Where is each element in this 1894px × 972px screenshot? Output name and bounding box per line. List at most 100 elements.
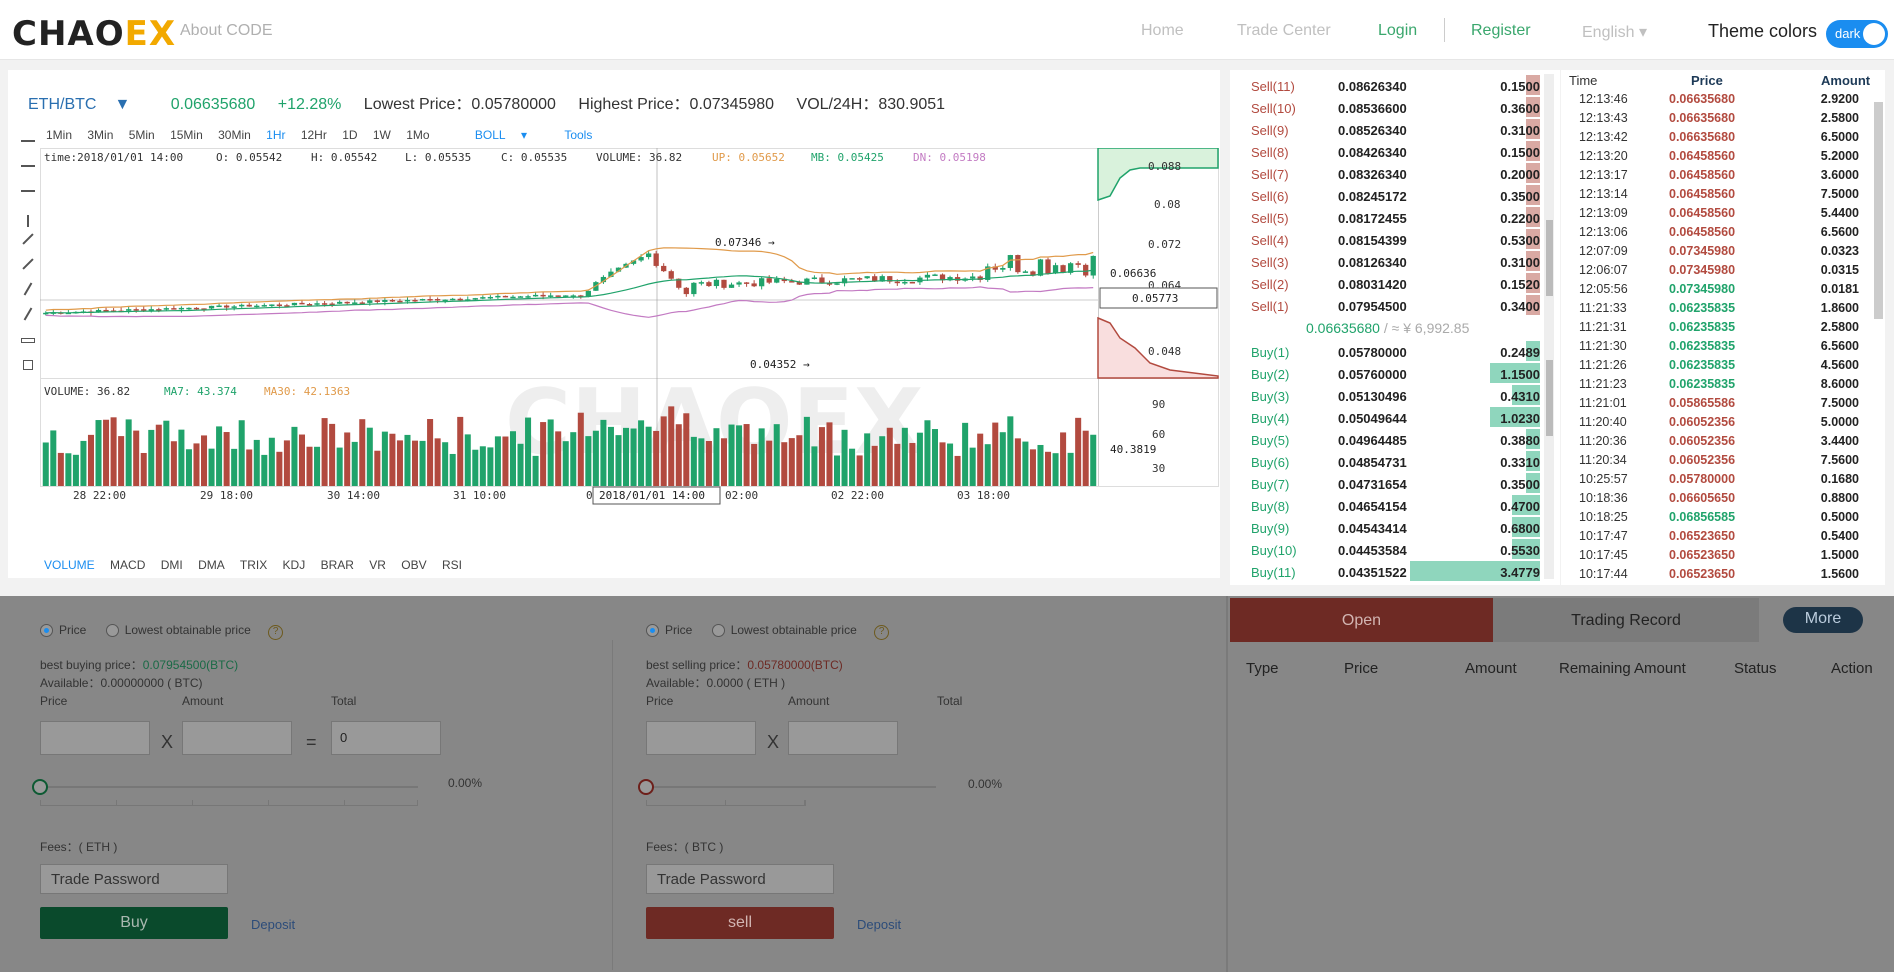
orderbook-buy-row[interactable]: Buy(8) 0.04654154 0.4700	[1240, 494, 1540, 516]
parallel-line-tool-icon[interactable]	[22, 258, 34, 270]
buy-deposit-link[interactable]: Deposit	[251, 917, 295, 932]
orderbook-sell-row[interactable]: Sell(2) 0.08031420 0.1520	[1240, 272, 1540, 294]
orderbook-sell-row[interactable]: Sell(8) 0.08426340 0.1500	[1240, 140, 1540, 162]
orderbook-sell-row[interactable]: Sell(4) 0.08154399 0.5300	[1240, 228, 1540, 250]
pair-select[interactable]: ETH/BTC ▼	[28, 96, 148, 113]
orderbook-sell-row[interactable]: Sell(3) 0.08126340 0.3100	[1240, 250, 1540, 272]
orderbook-buy-row[interactable]: Buy(2) 0.05760000 1.1500	[1240, 362, 1540, 384]
orderbook-buy-row[interactable]: Buy(5) 0.04964485 0.3880	[1240, 428, 1540, 450]
volume-24h: VOL/24H：830.9051	[796, 96, 946, 113]
help-icon[interactable]: ?	[268, 625, 284, 640]
indicator-dmi[interactable]: DMI	[161, 558, 183, 572]
fib-tool-icon[interactable]	[23, 307, 33, 321]
orderbook-scrollbar[interactable]	[1544, 74, 1554, 579]
tf-5min[interactable]: 5Min	[129, 128, 155, 142]
radio-limit-price[interactable]	[40, 624, 53, 638]
sell-button[interactable]: sell	[646, 907, 834, 939]
indicator-obv[interactable]: OBV	[401, 558, 426, 572]
more-button[interactable]: More	[1783, 607, 1863, 633]
best-sell-price: best selling price：0.05780000(BTC)	[646, 658, 843, 672]
trash-icon[interactable]	[23, 360, 33, 370]
tools-button[interactable]: Tools	[564, 128, 592, 142]
buy-slider-handle[interactable]	[32, 779, 48, 795]
nav-home[interactable]: Home	[1141, 22, 1184, 40]
help-icon[interactable]: ?	[874, 625, 890, 640]
buy-slider-track[interactable]	[40, 786, 418, 788]
nav-trade-center[interactable]: Trade Center	[1237, 22, 1331, 40]
trade-price: 0.06052356	[1669, 434, 1736, 448]
orderbook-buy-row[interactable]: Buy(10) 0.04453584 0.5530	[1240, 538, 1540, 560]
sell-slider-track[interactable]	[646, 786, 936, 788]
orderbook-sell-row[interactable]: Sell(6) 0.08245172 0.3500	[1240, 184, 1540, 206]
tf-1w[interactable]: 1W	[373, 128, 391, 142]
orderbook-scroll-thumb[interactable]	[1546, 360, 1553, 436]
about-link[interactable]: About CODE	[180, 22, 272, 40]
tf-1hr[interactable]: 1Hr	[266, 128, 285, 142]
trend-line-tool-icon[interactable]	[22, 233, 34, 245]
tf-3min[interactable]: 3Min	[87, 128, 113, 142]
buy-total-input[interactable]: 0	[331, 721, 441, 755]
nav-register[interactable]: Register	[1471, 22, 1531, 40]
ray-tool-icon[interactable]	[21, 165, 35, 167]
indicator-kdj[interactable]: KDJ	[283, 558, 306, 572]
indicator-brar[interactable]: BRAR	[321, 558, 354, 572]
toggle-knob	[1863, 23, 1885, 45]
logo[interactable]: CHAOEX	[12, 14, 176, 54]
buy-button[interactable]: Buy	[40, 907, 228, 939]
indicator-volume[interactable]: VOLUME	[44, 558, 95, 572]
orderbook-buy-row[interactable]: Buy(7) 0.04731654 0.3500	[1240, 472, 1540, 494]
row-label: Sell(7)	[1251, 167, 1289, 182]
indicator-trix[interactable]: TRIX	[240, 558, 267, 572]
orderbook-buy-row[interactable]: Buy(1) 0.05780000 0.2489	[1240, 340, 1540, 362]
tab-trading-record[interactable]: Trading Record	[1493, 598, 1759, 642]
orderbook-sell-row[interactable]: Sell(7) 0.08326340 0.2000	[1240, 162, 1540, 184]
trade-price: 0.06235835	[1669, 339, 1736, 353]
radio-market-price[interactable]	[105, 624, 119, 638]
orderbook-sell-row[interactable]: Sell(10) 0.08536600 0.3600	[1240, 96, 1540, 118]
buy-trade-password-input[interactable]: Trade Password	[40, 864, 228, 894]
buy-amount-input[interactable]	[182, 721, 292, 755]
tf-1d[interactable]: 1D	[342, 128, 357, 142]
sell-deposit-link[interactable]: Deposit	[857, 917, 901, 932]
ruler-tool-icon[interactable]	[21, 338, 35, 343]
trades-scroll-thumb[interactable]	[1874, 102, 1883, 319]
tf-15min[interactable]: 15Min	[170, 128, 203, 142]
arrow-tool-icon[interactable]	[23, 282, 33, 296]
trade-amount: 3.4400	[1820, 434, 1859, 448]
orderbook-buy-row[interactable]: Buy(3) 0.05130496 0.4310	[1240, 384, 1540, 406]
tf-30min[interactable]: 30Min	[218, 128, 251, 142]
kline-chart[interactable]: CHAOEX time:2018/01/01 14:00 O: 0.05542 …	[40, 148, 1220, 558]
nav-login[interactable]: Login	[1378, 22, 1417, 40]
orderbook-sell-row[interactable]: Sell(11) 0.08626340 0.1500	[1240, 74, 1540, 96]
sell-slider-handle[interactable]	[638, 779, 654, 795]
tab-open-orders[interactable]: Open	[1230, 598, 1493, 642]
horizontal-line-tool-icon[interactable]	[21, 140, 35, 142]
segment-tool-icon[interactable]	[21, 190, 35, 192]
orderbook-sell-row[interactable]: Sell(9) 0.08526340 0.3100	[1240, 118, 1540, 140]
tf-1mo[interactable]: 1Mo	[406, 128, 429, 142]
indicator-vr[interactable]: VR	[369, 558, 386, 572]
indicator-rsi[interactable]: RSI	[442, 558, 462, 572]
language-select[interactable]: English ▾	[1582, 22, 1647, 42]
volume-bar	[42, 442, 49, 486]
orderbook-sell-row[interactable]: Sell(5) 0.08172455 0.2200	[1240, 206, 1540, 228]
orderbook-buy-row[interactable]: Buy(9) 0.04543414 0.6800	[1240, 516, 1540, 538]
vertical-line-tool-icon[interactable]	[27, 215, 29, 227]
indicator-dma[interactable]: DMA	[198, 558, 225, 572]
orderbook-scroll-thumb[interactable]	[1546, 220, 1553, 296]
orderbook-buy-row[interactable]: Buy(6) 0.04854731 0.3310	[1240, 450, 1540, 472]
sell-trade-password-input[interactable]: Trade Password	[646, 864, 834, 894]
tf-1min[interactable]: 1Min	[46, 128, 72, 142]
orderbook-buy-row[interactable]: Buy(4) 0.05049644 1.0230	[1240, 406, 1540, 428]
orderbook-buy-row[interactable]: Buy(11) 0.04351522 3.4779	[1240, 560, 1540, 582]
tf-12hr[interactable]: 12Hr	[301, 128, 327, 142]
orderbook-sell-row[interactable]: Sell(1) 0.07954500 0.3400	[1240, 294, 1540, 316]
sell-amount-input[interactable]	[788, 721, 898, 755]
radio-market-price[interactable]	[711, 624, 725, 638]
radio-limit-price[interactable]	[646, 624, 659, 638]
theme-toggle[interactable]: dark	[1826, 20, 1888, 48]
boll-select[interactable]: BOLL ▾	[475, 128, 539, 142]
indicator-macd[interactable]: MACD	[110, 558, 145, 572]
buy-price-input[interactable]	[40, 721, 150, 755]
sell-price-input[interactable]	[646, 721, 756, 755]
